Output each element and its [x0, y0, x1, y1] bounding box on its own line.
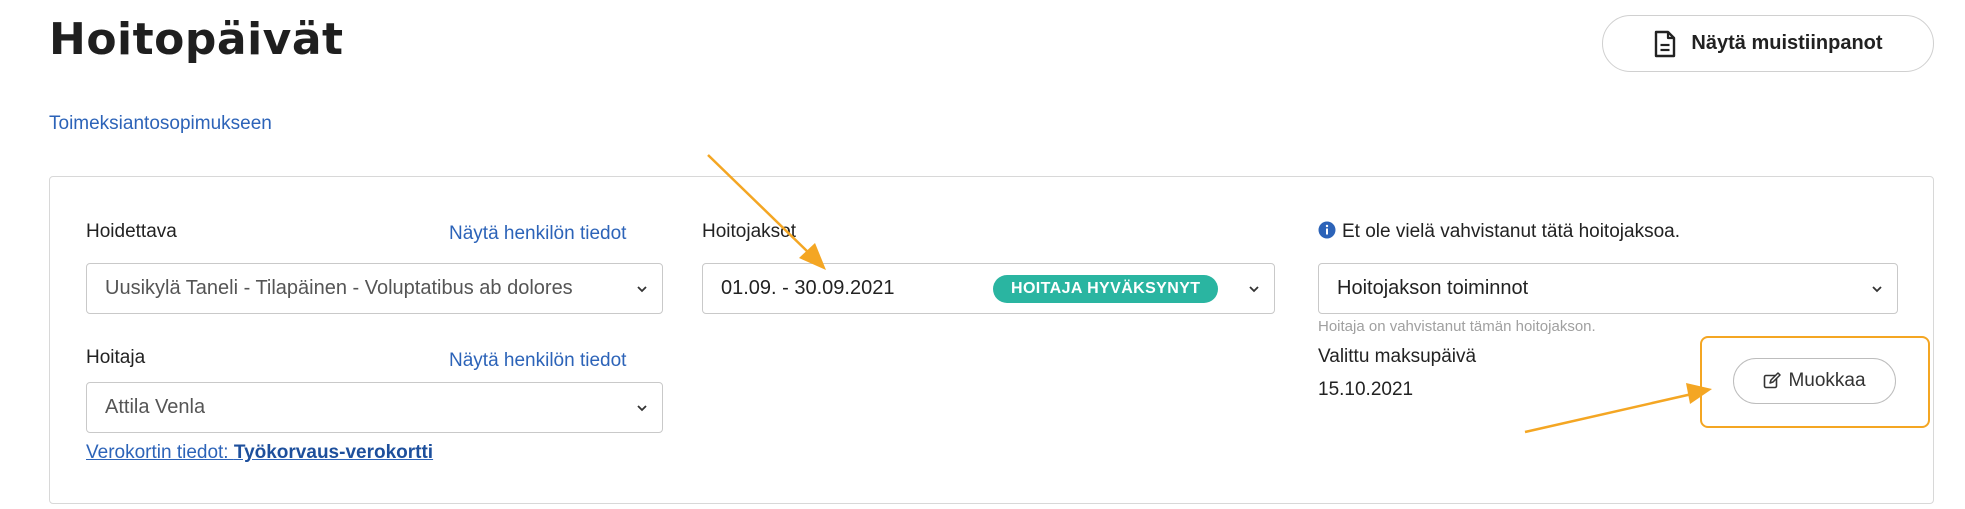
hoitaja-label: Hoitaja [86, 347, 146, 368]
unconfirmed-notice: Et ole vielä vahvistanut tätä hoitojakso… [1318, 221, 1680, 243]
show-notes-label: Näytä muistiinpanot [1691, 32, 1883, 54]
hoidettava-show-details-link[interactable]: Näytä henkilön tiedot [449, 223, 626, 245]
edit-button-label: Muokkaa [1788, 370, 1866, 391]
info-icon [1318, 221, 1336, 239]
show-notes-button[interactable]: Näytä muistiinpanot [1602, 15, 1934, 72]
payday-label: Valittu maksupäivä [1318, 346, 1477, 367]
hoitaja-value: Attila Venla [105, 396, 206, 418]
tax-card-value: Työkorvaus-verokortti [233, 442, 434, 463]
hoitojaksot-label: Hoitojaksot [702, 221, 796, 242]
edit-icon [1764, 372, 1782, 389]
hoidettava-value: Uusikylä Taneli - Tilapäinen - Voluptati… [105, 277, 573, 299]
hoitojaksot-value: 01.09. - 30.09.2021 [721, 277, 895, 299]
period-actions-select[interactable]: Hoitojakson toiminnot [1318, 263, 1898, 314]
status-badge: HOITAJA HYVÄKSYNYT [993, 275, 1219, 303]
edit-button[interactable]: Muokkaa [1733, 358, 1896, 404]
hoitaja-select[interactable]: Attila Venla [86, 382, 663, 433]
tax-card-link[interactable]: Verokortin tiedot: Työkorvaus-verokortti [86, 442, 433, 464]
chevron-down-icon [637, 285, 647, 292]
tax-card-prefix: Verokortin tiedot: [86, 442, 234, 463]
document-icon [1655, 30, 1676, 57]
confirmed-hint: Hoitaja on vahvistanut tämän hoitojakson… [1318, 318, 1596, 335]
chevron-down-icon [637, 404, 647, 411]
hoitojaksot-select[interactable]: 01.09. - 30.09.2021 HOITAJA HYVÄKSYNYT [702, 263, 1275, 314]
hoidettava-label: Hoidettava [86, 221, 177, 242]
hoidettava-select[interactable]: Uusikylä Taneli - Tilapäinen - Voluptati… [86, 263, 663, 314]
back-to-contract-link[interactable]: Toimeksiantosopimukseen [49, 113, 272, 135]
hoitaja-show-details-link[interactable]: Näytä henkilön tiedot [449, 350, 626, 372]
chevron-down-icon [1249, 285, 1259, 292]
period-actions-value: Hoitojakson toiminnot [1337, 277, 1529, 299]
unconfirmed-notice-text: Et ole vielä vahvistanut tätä hoitojakso… [1342, 221, 1680, 242]
page-title: Hoitopäivät [49, 14, 344, 65]
chevron-down-icon [1872, 285, 1882, 292]
payday-value: 15.10.2021 [1318, 379, 1414, 400]
